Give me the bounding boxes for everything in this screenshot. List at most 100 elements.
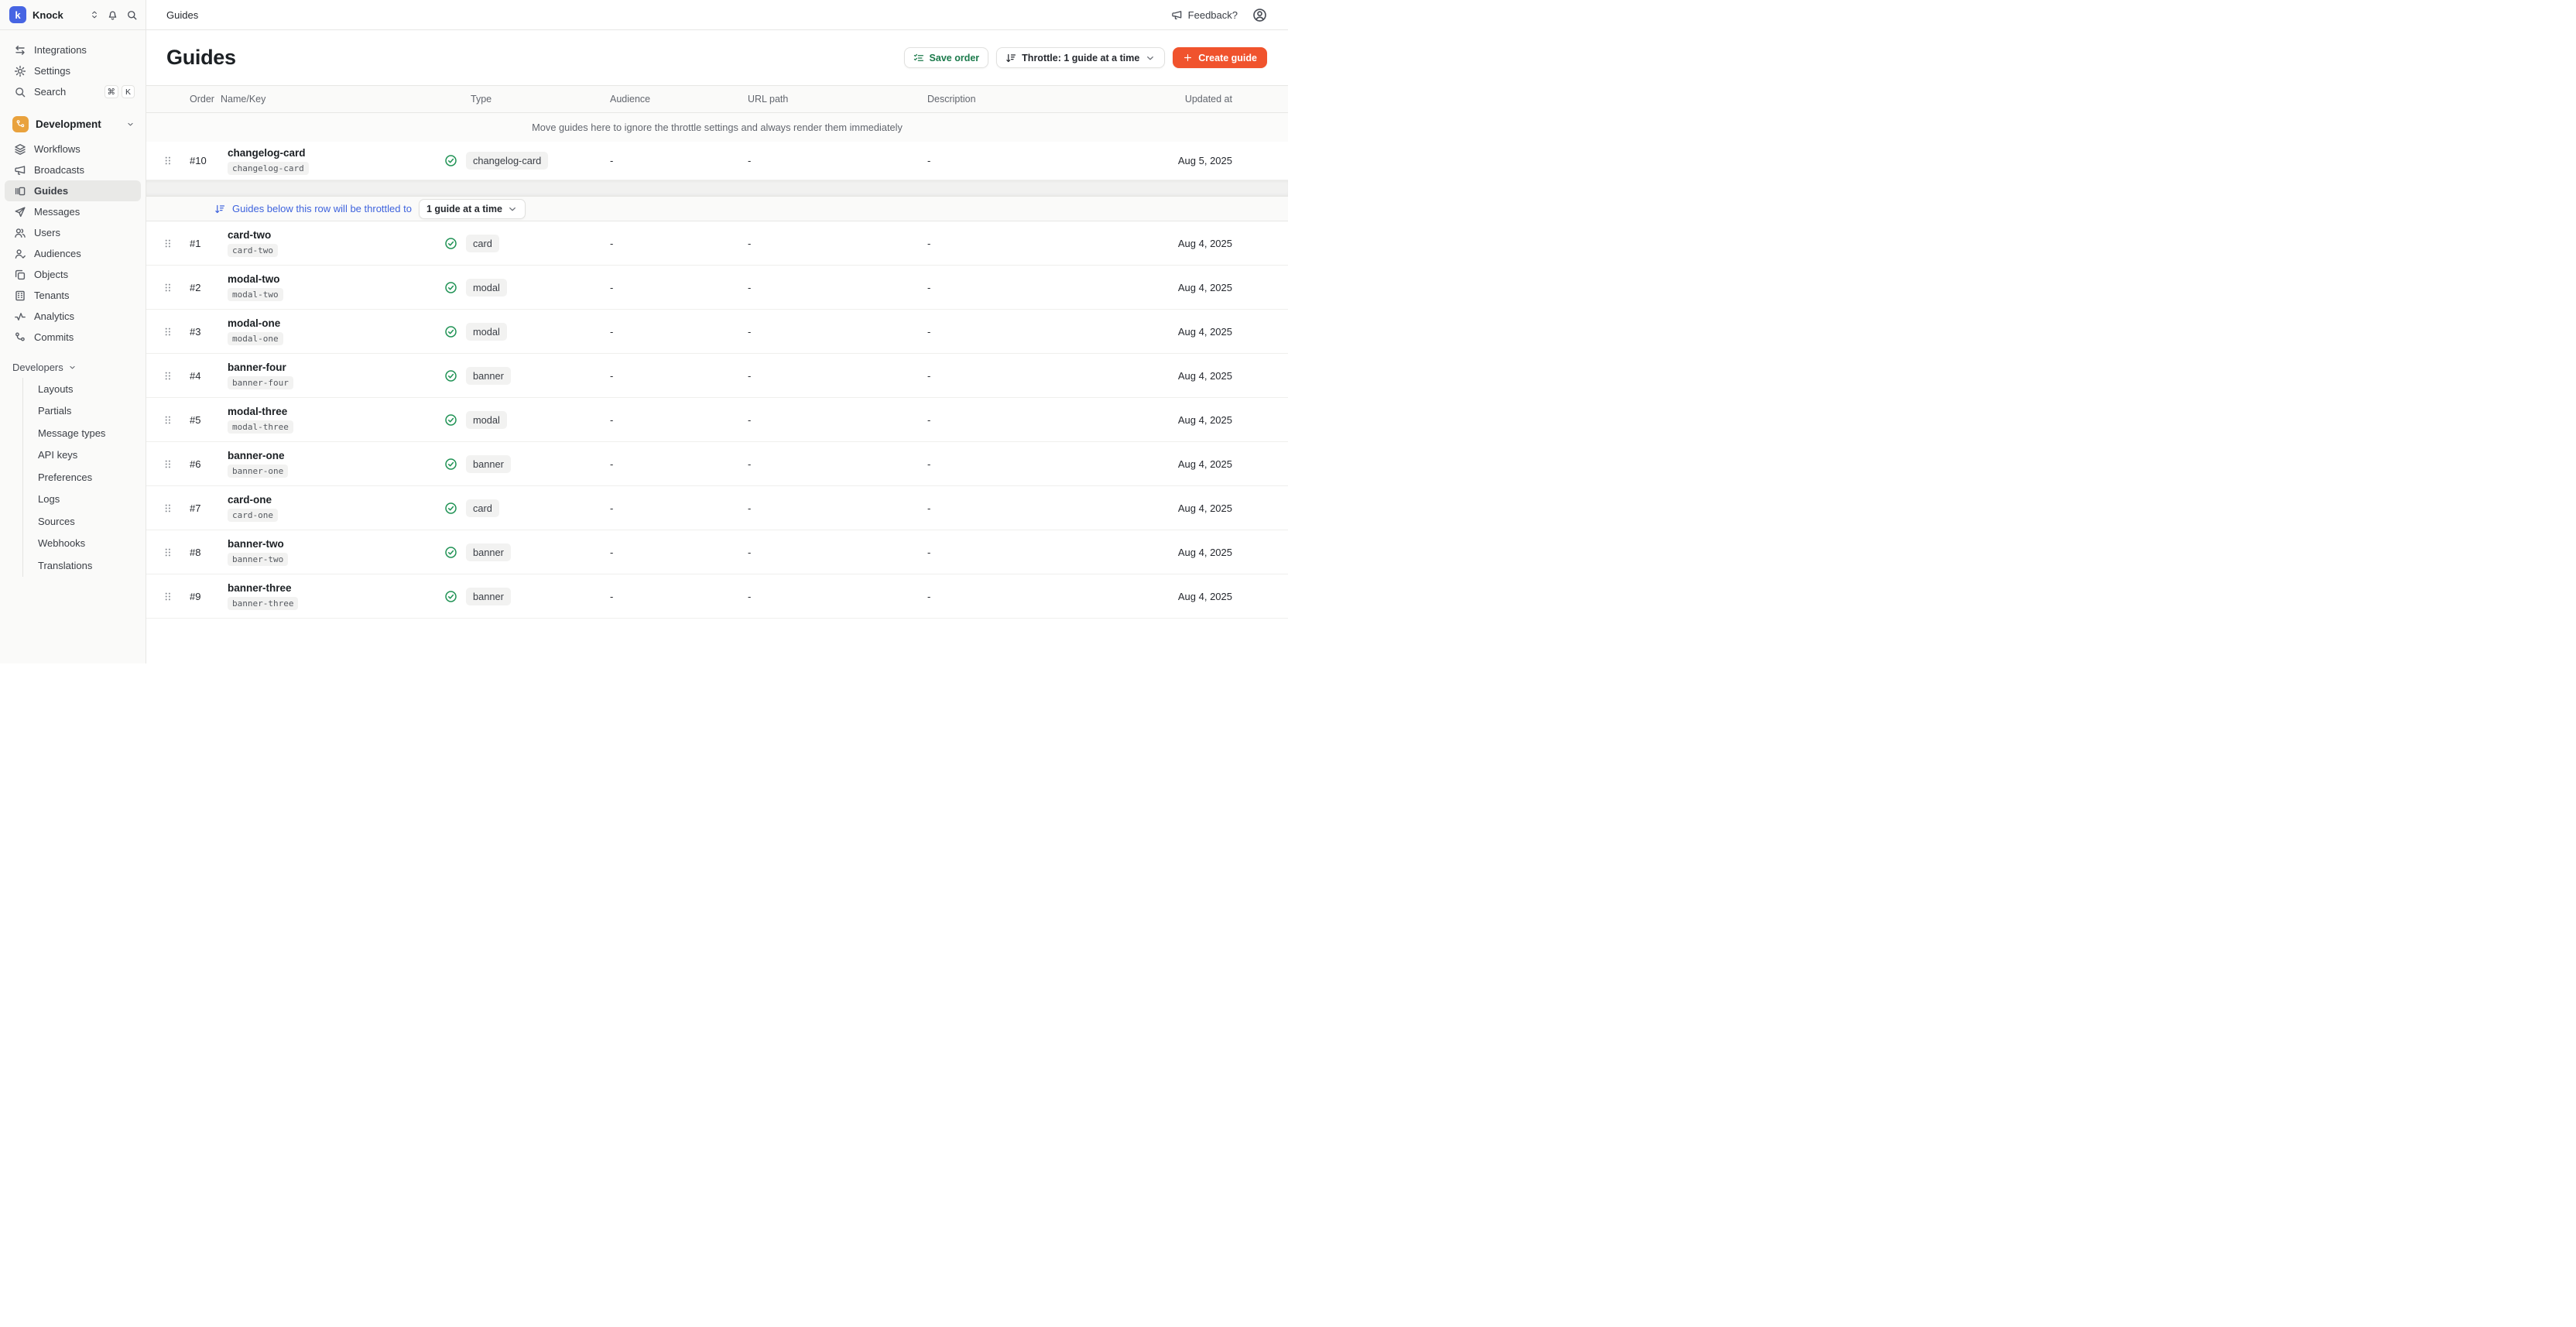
sidebar-item-commits[interactable]: Commits <box>5 327 141 348</box>
drag-handle-icon[interactable] <box>156 414 180 426</box>
throttle-settings-dropdown[interactable]: Throttle: 1 guide at a time <box>996 47 1165 68</box>
developers-section-toggle[interactable]: Developers <box>5 358 141 376</box>
column-header-audience: Audience <box>610 94 748 105</box>
throttle-value-dropdown[interactable]: 1 guide at a time <box>419 199 526 219</box>
sidebar-item-audiences[interactable]: Audiences <box>5 243 141 264</box>
url-path-cell: - <box>748 591 927 602</box>
guide-key-chip: banner-three <box>228 597 298 610</box>
sidebar-item-objects[interactable]: Objects <box>5 264 141 285</box>
sidebar-item-search[interactable]: Search⌘K <box>5 81 141 102</box>
drag-handle-icon[interactable] <box>156 155 180 166</box>
sidebar-item-message-types[interactable]: Message types <box>23 422 141 444</box>
sidebar-item-layouts[interactable]: Layouts <box>23 378 141 400</box>
sidebar-header: k Knock <box>0 0 146 30</box>
sidebar-item-webhooks[interactable]: Webhooks <box>23 533 141 555</box>
url-path-cell: - <box>748 547 927 558</box>
sidebar-item-label: Settings <box>34 65 70 77</box>
url-path-cell: - <box>748 326 927 338</box>
megaphone-icon <box>14 164 26 177</box>
workspace-switcher-icon[interactable] <box>90 10 99 19</box>
sidebar-item-label: Audiences <box>34 248 81 259</box>
sidebar-item-api-keys[interactable]: API keys <box>23 444 141 467</box>
sidebar-item-workflows[interactable]: Workflows <box>5 139 141 159</box>
sidebar-item-integrations[interactable]: Integrations <box>5 39 141 60</box>
sidebar-item-partials[interactable]: Partials <box>23 400 141 423</box>
page-actions: Save order Throttle: 1 guide at a time C… <box>904 47 1267 68</box>
drag-handle-icon[interactable] <box>156 326 180 338</box>
knock-logo[interactable]: k <box>9 6 26 23</box>
checklist-icon <box>913 53 924 63</box>
enabled-status-icon <box>444 413 457 427</box>
guide-row[interactable]: #1card-twocard-twocard---Aug 4, 2025 <box>146 221 1288 266</box>
guide-row[interactable]: #5modal-threemodal-threemodal---Aug 4, 2… <box>146 398 1288 442</box>
sidebar: k Knock Integrations Settings Search⌘K Dev… <box>0 0 146 664</box>
sidebar-item-label: Broadcasts <box>34 164 84 176</box>
environment-switcher[interactable]: Development <box>5 112 141 135</box>
environment-label: Development <box>36 118 101 130</box>
guide-name: changelog-card <box>228 147 306 159</box>
sidebar-item-analytics[interactable]: Analytics <box>5 306 141 327</box>
sidebar-item-label: Integrations <box>34 44 87 56</box>
drag-handle-icon[interactable] <box>156 370 180 382</box>
building-icon <box>14 290 26 302</box>
order-cell: #1 <box>180 238 221 249</box>
guide-row[interactable]: #6banner-onebanner-onebanner---Aug 4, 20… <box>146 442 1288 486</box>
sidebar-item-sources[interactable]: Sources <box>23 510 141 533</box>
sidebar-item-settings[interactable]: Settings <box>5 60 141 81</box>
workspace-name[interactable]: Knock <box>33 9 63 21</box>
keyboard-shortcut: ⌘K <box>104 85 135 98</box>
activity-icon <box>14 310 26 323</box>
save-order-button[interactable]: Save order <box>904 47 989 68</box>
type-cell: banner <box>441 367 610 385</box>
sidebar-item-tenants[interactable]: Tenants <box>5 285 141 306</box>
feedback-button[interactable]: Feedback? <box>1171 9 1238 21</box>
description-cell: - <box>927 370 1110 382</box>
name-key-cell: banner-fourbanner-four <box>221 362 441 389</box>
drag-handle-icon[interactable] <box>156 502 180 514</box>
sort-descending-icon <box>214 204 225 214</box>
drag-handle-icon[interactable] <box>156 238 180 249</box>
sidebar-item-preferences[interactable]: Preferences <box>23 466 141 489</box>
guide-name: banner-three <box>228 582 292 594</box>
sidebar-item-logs[interactable]: Logs <box>23 489 141 511</box>
guide-row[interactable]: #9banner-threebanner-threebanner---Aug 4… <box>146 574 1288 619</box>
drag-handle-icon[interactable] <box>156 591 180 602</box>
enabled-status-icon <box>444 325 457 338</box>
sidebar-item-guides[interactable]: Guides <box>5 180 141 201</box>
search-icon[interactable] <box>126 9 138 21</box>
account-avatar-icon[interactable] <box>1252 8 1267 22</box>
name-key-cell: modal-twomodal-two <box>221 273 441 301</box>
description-cell: - <box>927 238 1110 249</box>
guide-row[interactable]: #8banner-twobanner-twobanner---Aug 4, 20… <box>146 530 1288 574</box>
order-cell: #10 <box>180 155 221 166</box>
guide-name: modal-one <box>228 317 280 329</box>
enabled-status-icon <box>444 590 457 603</box>
create-guide-button[interactable]: Create guide <box>1173 47 1267 68</box>
sort-descending-icon <box>1005 53 1016 63</box>
guide-row[interactable]: #7card-onecard-onecard---Aug 4, 2025 <box>146 486 1288 530</box>
guide-row[interactable]: #3modal-onemodal-onemodal---Aug 4, 2025 <box>146 310 1288 354</box>
guide-row[interactable]: #4banner-fourbanner-fourbanner---Aug 4, … <box>146 354 1288 398</box>
type-badge: banner <box>466 367 511 385</box>
breadcrumb: Guides <box>166 9 198 21</box>
sidebar-item-label: Tenants <box>34 290 70 301</box>
enabled-status-icon <box>444 154 457 167</box>
sidebar-item-users[interactable]: Users <box>5 222 141 243</box>
sidebar-item-messages[interactable]: Messages <box>5 201 141 222</box>
drag-handle-icon[interactable] <box>156 282 180 293</box>
updated-at-cell: Aug 4, 2025 <box>1110 238 1288 249</box>
column-header-url-path: URL path <box>748 94 927 105</box>
plus-icon <box>1183 53 1193 63</box>
notifications-bell-icon[interactable] <box>107 9 118 21</box>
drag-handle-icon[interactable] <box>156 547 180 558</box>
sidebar-item-label: Workflows <box>34 143 80 155</box>
guide-row[interactable]: #2modal-twomodal-twomodal---Aug 4, 2025 <box>146 266 1288 310</box>
megaphone-icon <box>1171 9 1183 21</box>
name-key-cell: modal-onemodal-one <box>221 317 441 345</box>
guide-row[interactable]: #10changelog-cardchangelog-cardchangelog… <box>146 142 1288 180</box>
sidebar-item-translations[interactable]: Translations <box>23 554 141 577</box>
sidebar-item-broadcasts[interactable]: Broadcasts <box>5 159 141 180</box>
drag-handle-icon[interactable] <box>156 458 180 470</box>
updated-at-cell: Aug 4, 2025 <box>1110 502 1288 514</box>
column-header-description: Description <box>927 94 1110 105</box>
